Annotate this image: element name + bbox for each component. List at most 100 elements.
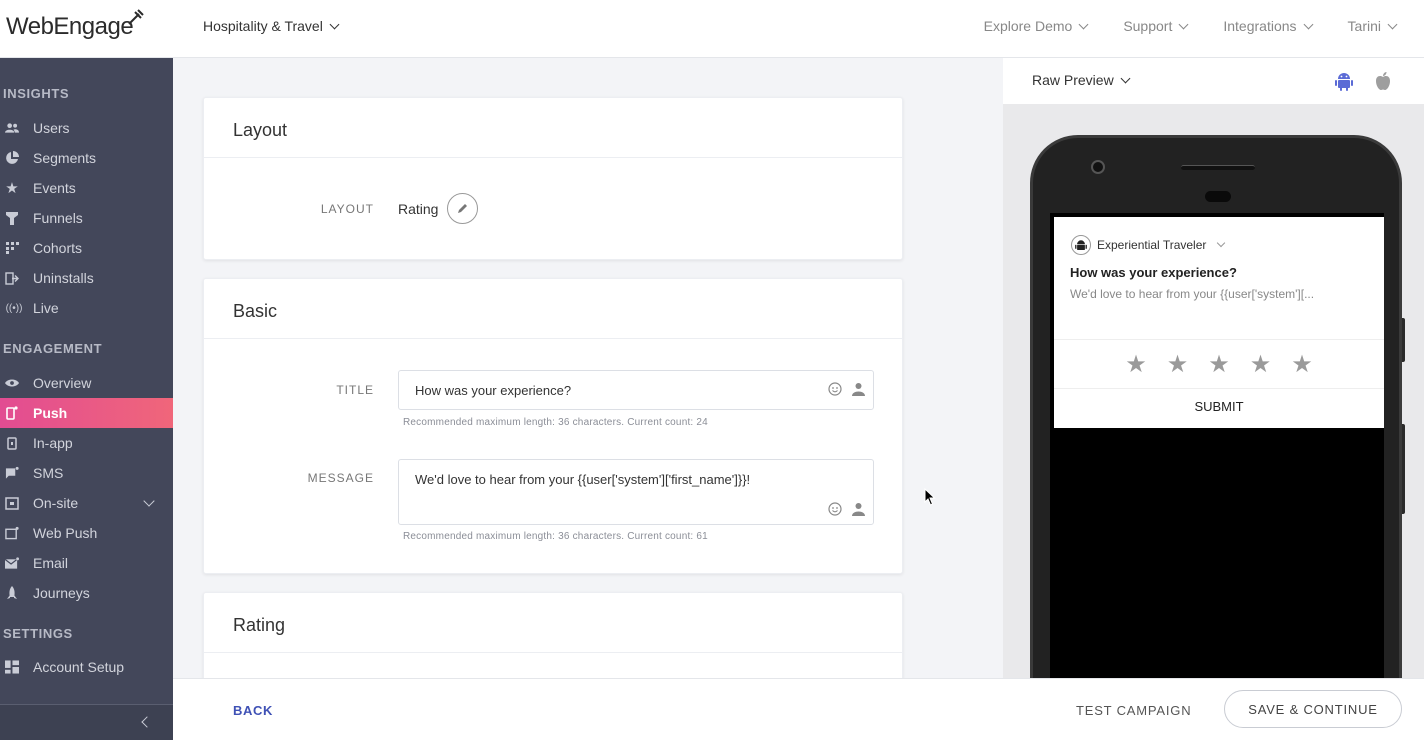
user-menu[interactable]: Tarini [1347,18,1398,34]
funnel-icon [5,211,19,225]
section-insights: INSIGHTS [3,86,70,101]
notification-app-row: Experiential Traveler [1071,235,1226,255]
sidebar-item-live[interactable]: ((•)) Live [0,293,173,323]
mobile-icon [5,406,19,420]
edit-layout-button[interactable] [447,193,478,224]
title-input[interactable]: How was your experience? [398,370,874,410]
sidebar-item-label: Uninstalls [33,270,94,286]
notification-app-name: Experiential Traveler [1097,238,1207,252]
phone-screen: Experiential Traveler How was your exper… [1050,213,1384,713]
broadcast-icon: ((•)) [5,302,23,314]
mail-icon [5,556,19,570]
sidebar-item-events[interactable]: ★ Events [0,173,173,203]
mouse-cursor-icon [924,488,936,506]
browser-icon [5,526,19,540]
sidebar-item-uninstalls[interactable]: Uninstalls [0,263,173,293]
sidebar: INSIGHTS Users Segments ★ Events Funnels… [0,58,173,740]
basic-card-title: Basic [204,279,902,339]
user-name: Tarini [1347,18,1381,34]
chevron-left-icon [141,716,153,728]
explore-demo-label: Explore Demo [983,18,1073,34]
sidebar-item-on-site[interactable]: On-site [0,488,173,518]
bottom-action-bar: BACK TEST CAMPAIGN SAVE & CONTINUE [173,678,1424,740]
chevron-down-icon[interactable] [143,495,155,507]
back-button[interactable]: BACK [233,703,273,718]
phone-frame: Experiential Traveler How was your exper… [1030,135,1402,713]
chevron-down-icon [1303,19,1313,29]
tablet-icon [5,436,19,450]
sidebar-item-label: Users [33,120,70,136]
explore-demo-menu[interactable]: Explore Demo [983,18,1089,34]
pie-icon [5,151,19,165]
sidebar-item-label: Email [33,555,69,571]
apple-icon[interactable] [1375,71,1391,91]
sidebar-item-label: Push [33,405,68,421]
sidebar-item-label: Cohorts [33,240,83,256]
personalize-user-icon[interactable] [852,502,865,516]
preview-mode-selector[interactable]: Raw Preview [1032,72,1131,88]
android-icon[interactable] [1335,71,1353,91]
sidebar-item-label: On-site [33,495,79,511]
basic-card: Basic TITLE How was your experience? Rec… [203,278,903,574]
sidebar-item-cohorts[interactable]: Cohorts [0,233,173,263]
sidebar-item-sms[interactable]: SMS [0,458,173,488]
title-hint: Recommended maximum length: 36 character… [403,417,708,428]
integrations-label: Integrations [1223,18,1297,34]
test-campaign-button[interactable]: TEST CAMPAIGN [1076,703,1191,718]
sidebar-item-overview[interactable]: Overview [0,368,173,398]
support-menu[interactable]: Support [1123,18,1189,34]
sidebar-item-label: Journeys [33,585,90,601]
rating-star-4[interactable]: ★ [1250,350,1272,379]
sidebar-item-push[interactable]: Push [0,398,173,428]
sidebar-item-users[interactable]: Users [0,113,173,143]
chevron-down-icon [1217,238,1226,248]
sidebar-item-funnels[interactable]: Funnels [0,203,173,233]
rating-star-2[interactable]: ★ [1167,350,1189,379]
chevron-down-icon [1387,19,1398,29]
support-label: Support [1123,18,1173,34]
sidebar-collapse-button[interactable] [0,704,173,740]
personalize-user-icon[interactable] [852,382,865,396]
emoji-icon[interactable] [828,382,842,396]
webengage-logo[interactable]: WebEngage [6,9,144,44]
phone-speaker [1181,165,1255,170]
preview-header: Raw Preview [1003,58,1424,104]
top-nav: Explore Demo Support Integrations Tarini [983,18,1398,34]
sidebar-item-account-setup[interactable]: Account Setup [0,652,173,682]
rocket-icon [5,585,19,600]
sms-icon [5,466,19,480]
project-selector[interactable]: Hospitality & Travel [203,18,340,34]
rating-card: Rating [203,592,903,692]
title-field-label: TITLE [336,383,374,397]
exit-icon [5,271,19,285]
sidebar-item-segments[interactable]: Segments [0,143,173,173]
sidebar-item-journeys[interactable]: Journeys [0,578,173,608]
rating-star-1[interactable]: ★ [1125,350,1147,379]
section-engagement: ENGAGEMENT [3,341,103,356]
title-input-value: How was your experience? [415,383,572,398]
emoji-icon[interactable] [828,502,842,516]
sidebar-item-in-app[interactable]: In-app [0,428,173,458]
rating-card-title: Rating [204,593,902,653]
phone-camera [1091,160,1105,174]
top-bar: WebEngage Hospitality & Travel Explore D… [0,0,1424,58]
pencil-icon [458,204,467,213]
sidebar-item-email[interactable]: Email [0,548,173,578]
rating-star-3[interactable]: ★ [1208,350,1230,379]
logo-mark-icon [128,9,144,25]
sidebar-item-label: Live [33,300,59,316]
integrations-menu[interactable]: Integrations [1223,18,1313,34]
notification-submit-button[interactable]: SUBMIT [1054,399,1384,414]
sidebar-item-label: Events [33,180,76,196]
save-and-continue-button[interactable]: SAVE & CONTINUE [1224,690,1402,728]
sidebar-item-web-push[interactable]: Web Push [0,518,173,548]
notification-message: We'd love to hear from your {{user['syst… [1070,287,1315,301]
rating-star-5[interactable]: ★ [1291,350,1313,379]
notification-title: How was your experience? [1070,265,1237,280]
app-android-icon [1071,235,1091,255]
star-icon: ★ [5,180,19,197]
message-field-label: MESSAGE [307,471,374,485]
layout-card: Layout LAYOUT Rating [203,97,903,260]
message-input[interactable]: We'd love to hear from your {{user['syst… [398,459,874,525]
preview-panel: Raw Preview Experiential Traveler How wa… [1003,58,1424,713]
